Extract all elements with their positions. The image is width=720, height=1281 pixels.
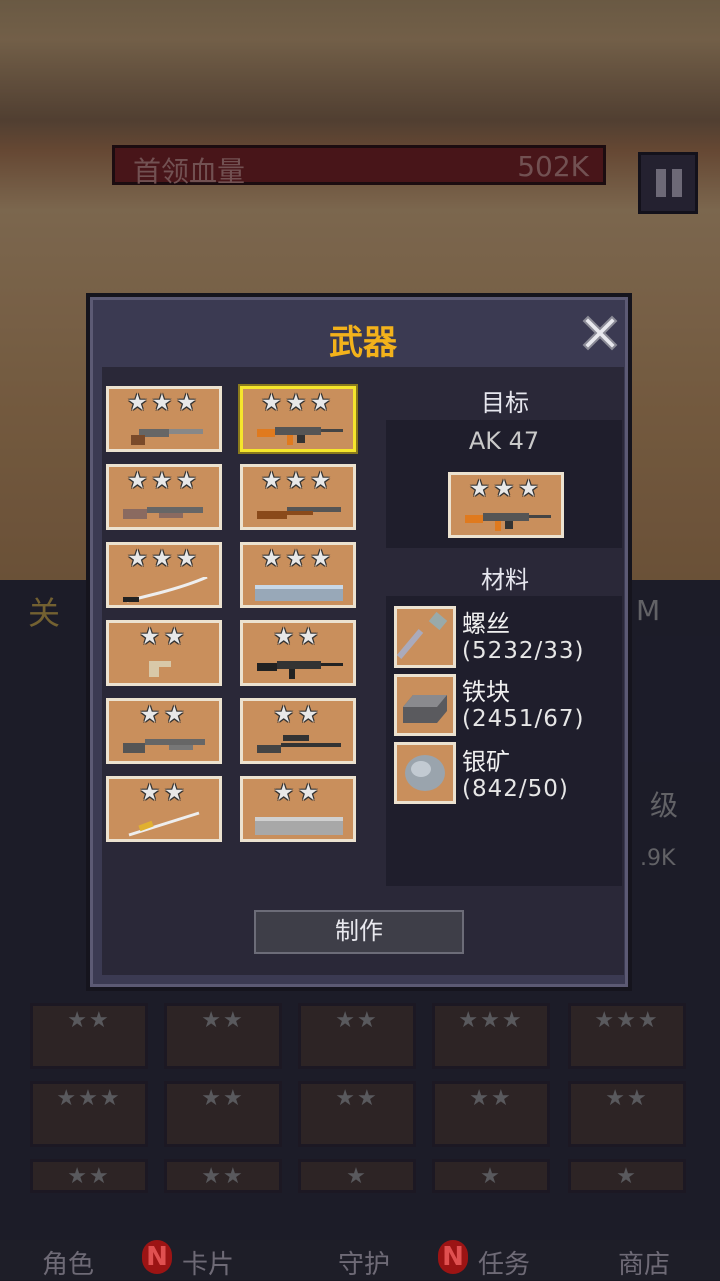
weapon-cell[interactable]: ★★ [240,620,356,686]
target-label: 目标 [481,389,529,417]
shotgun-icon [123,739,205,753]
katana-icon [123,577,208,603]
weapon-cell[interactable]: ★★ [240,698,356,764]
target-stars: ★★★ [469,476,543,502]
star-rating: ★★★ [127,390,201,416]
dialog-title: 武器 [329,323,397,363]
close-icon[interactable] [578,311,622,355]
silver-ore-icon [394,742,456,804]
revolver-icon [149,661,171,677]
steel-bar-icon [255,585,343,601]
weapon-cell[interactable]: ★★★ [240,464,356,530]
assault-rifle-icon [257,661,343,679]
target-weapon-cell: ★★★ [448,472,564,538]
material-name: 螺丝 [462,610,510,638]
screw-icon [394,606,456,668]
weapon-cell[interactable]: ★★★ [106,386,222,452]
star-rating: ★★★ [261,468,335,494]
nav-cards[interactable]: 卡片 [182,1244,234,1281]
material-name: 银矿 [462,748,510,776]
star-rating: ★★ [273,624,323,650]
star-rating: ★★ [139,624,189,650]
star-rating: ★★★ [127,546,201,572]
nav-shop[interactable]: 商店 [618,1244,670,1281]
material-name: 铁块 [462,678,510,706]
star-rating: ★★★ [261,390,335,416]
sniper-rifle-icon [257,735,341,753]
weapon-cell[interactable]: ★★★ [106,464,222,530]
weapon-cell[interactable]: ★★★ [106,542,222,608]
metal-plate-icon [255,817,343,835]
star-rating: ★★★ [127,468,201,494]
star-rating: ★★ [273,702,323,728]
nav-quests[interactable]: 任务 [478,1244,530,1281]
weapon-cell[interactable]: ★★ [240,776,356,842]
ak47-rifle-icon [465,513,551,531]
sawed-off-shotgun-icon [131,429,203,445]
weapon-cell[interactable]: ★★★ [240,542,356,608]
star-rating: ★★ [139,702,189,728]
weapon-cell-selected[interactable]: ★★★ [240,386,356,452]
nav-guardian[interactable]: 守护 [338,1244,390,1281]
star-rating: ★★ [139,780,189,806]
nav-character[interactable]: 角色 [42,1244,94,1281]
weapon-cell[interactable]: ★★ [106,620,222,686]
material-count: (842/50) [462,776,569,802]
pump-shotgun-icon [123,507,203,519]
hunting-rifle-icon [257,507,341,519]
target-weapon-name: AK 47 [468,427,540,455]
star-rating: ★★ [273,780,323,806]
craft-button[interactable]: 制作 [254,910,464,954]
material-count: (2451/67) [462,706,585,732]
weapon-cell[interactable]: ★★ [106,776,222,842]
new-badge: N [142,1240,172,1274]
star-rating: ★★★ [261,546,335,572]
weapon-cell[interactable]: ★★ [106,698,222,764]
material-count: (5232/33) [462,638,585,664]
ak47-rifle-icon [257,427,343,445]
sword-icon [128,811,200,837]
materials-label: 材料 [481,566,529,594]
new-badge: N [438,1240,468,1274]
iron-ingot-icon [394,674,456,736]
